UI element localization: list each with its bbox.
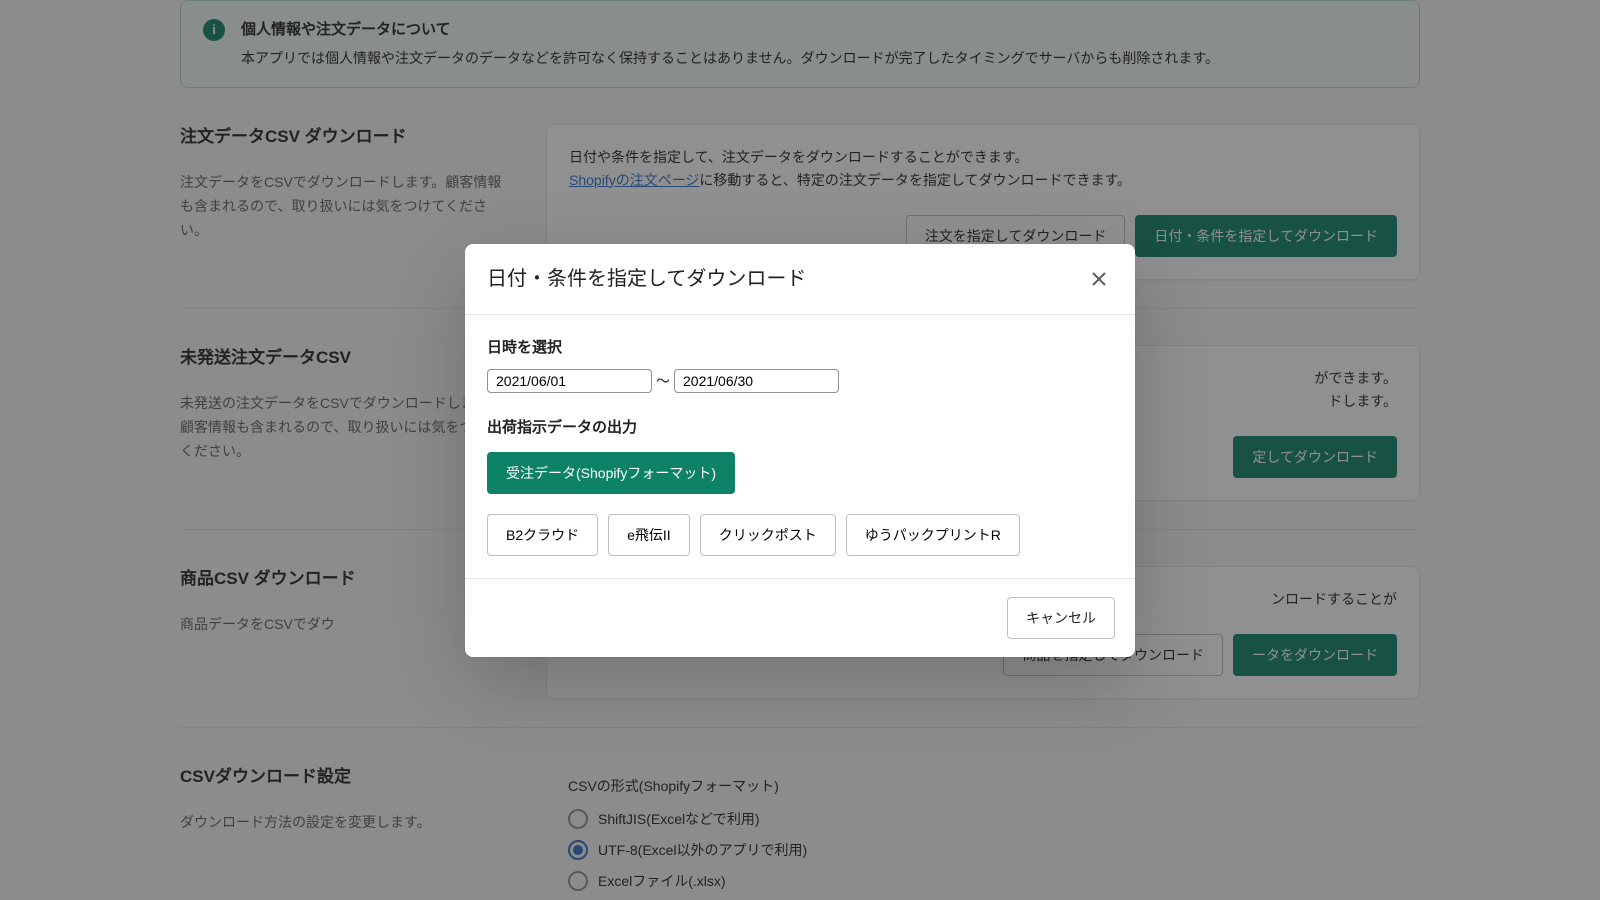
modal-overlay[interactable]: 日付・条件を指定してダウンロード 日時を選択 〜 出荷指示データの出力 受注デー… (0, 0, 1600, 900)
date-to-input[interactable] (674, 369, 839, 393)
output-format-label: 出荷指示データの出力 (487, 417, 1113, 440)
format-option-button[interactable]: クリックポスト (700, 514, 836, 556)
modal-cancel-button[interactable]: キャンセル (1007, 597, 1115, 639)
close-icon (1089, 269, 1109, 289)
modal-close-button[interactable] (1085, 265, 1113, 293)
modal-footer: キャンセル (465, 578, 1135, 657)
date-from-input[interactable] (487, 369, 652, 393)
modal-header: 日付・条件を指定してダウンロード (465, 244, 1135, 315)
format-option-button[interactable]: 受注データ(Shopifyフォーマット) (487, 452, 735, 494)
format-option-button[interactable]: e飛伝II (608, 514, 690, 556)
download-modal: 日付・条件を指定してダウンロード 日時を選択 〜 出荷指示データの出力 受注デー… (465, 244, 1135, 657)
format-option-button[interactable]: B2クラウド (487, 514, 598, 556)
date-row: 〜 (487, 369, 1113, 393)
date-tilde: 〜 (656, 371, 670, 392)
format-option-button[interactable]: ゆうパックプリントR (846, 514, 1020, 556)
modal-title: 日付・条件を指定してダウンロード (487, 264, 806, 294)
date-label: 日時を選択 (487, 337, 1113, 360)
modal-body: 日時を選択 〜 出荷指示データの出力 受注データ(Shopifyフォーマット) B… (465, 315, 1135, 578)
format-buttons-row: 受注データ(Shopifyフォーマット) B2クラウドe飛伝IIクリックポストゆう… (487, 452, 1113, 556)
